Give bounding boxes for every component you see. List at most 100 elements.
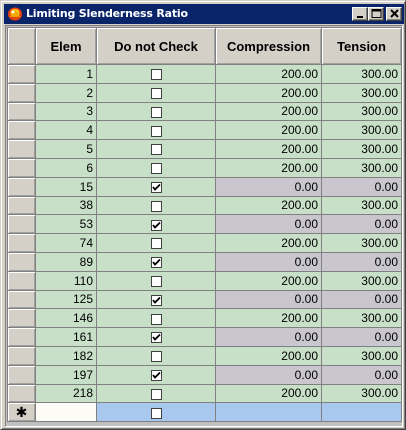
do-not-check-checkbox[interactable] <box>150 351 162 363</box>
tension-cell[interactable]: 0.00 <box>321 289 402 310</box>
do-not-check-checkbox[interactable] <box>150 313 162 325</box>
do-not-check-cell[interactable] <box>96 233 216 253</box>
table-row[interactable]: 110 200.00 300.00 <box>7 270 402 291</box>
do-not-check-checkbox[interactable] <box>150 332 162 344</box>
row-selector[interactable] <box>7 139 36 159</box>
tension-cell[interactable]: 300.00 <box>321 270 402 291</box>
row-selector[interactable] <box>7 176 36 197</box>
compression-cell[interactable]: 0.00 <box>215 364 322 385</box>
row-selector[interactable]: ✱ <box>7 402 36 423</box>
do-not-check-checkbox[interactable] <box>150 182 162 193</box>
row-selector[interactable] <box>7 251 36 272</box>
do-not-check-cell[interactable] <box>96 120 216 141</box>
elem-cell[interactable]: 1 <box>35 64 97 84</box>
table-row[interactable]: 197 0.00 0.00 <box>7 364 402 385</box>
table-row[interactable]: 2 200.00 300.00 <box>7 82 402 103</box>
compression-cell[interactable]: 200.00 <box>215 270 322 291</box>
elem-cell[interactable]: 5 <box>35 139 97 159</box>
column-header-elem[interactable]: Elem <box>35 27 97 65</box>
table-row[interactable]: 53 0.00 0.00 <box>7 214 402 235</box>
row-selector[interactable] <box>7 327 36 347</box>
table-row[interactable]: 5 200.00 300.00 <box>7 139 402 159</box>
tension-cell[interactable]: 300.00 <box>321 195 402 216</box>
table-row[interactable]: 1 200.00 300.00 <box>7 64 402 84</box>
close-button[interactable] <box>386 7 402 21</box>
elem-cell[interactable]: 38 <box>35 195 97 216</box>
elem-cell[interactable]: 182 <box>35 345 97 366</box>
do-not-check-cell[interactable] <box>96 251 216 272</box>
column-header-do-not-check[interactable]: Do not Check <box>96 27 216 65</box>
table-row[interactable]: 38 200.00 300.00 <box>7 195 402 216</box>
do-not-check-checkbox[interactable] <box>150 106 162 118</box>
do-not-check-cell[interactable] <box>96 270 216 291</box>
table-row[interactable]: 182 200.00 300.00 <box>7 345 402 366</box>
compression-cell[interactable]: 200.00 <box>215 345 322 366</box>
row-selector[interactable] <box>7 64 36 84</box>
compression-cell[interactable]: 200.00 <box>215 195 322 216</box>
do-not-check-checkbox[interactable] <box>150 388 162 400</box>
do-not-check-cell[interactable] <box>96 195 216 216</box>
tension-cell[interactable]: 0.00 <box>321 327 402 347</box>
row-selector[interactable] <box>7 345 36 366</box>
elem-cell[interactable]: 53 <box>35 214 97 235</box>
compression-cell[interactable]: 0.00 <box>215 176 322 197</box>
column-header-compression[interactable]: Compression <box>215 27 322 65</box>
tension-cell[interactable]: 0.00 <box>321 214 402 235</box>
row-selector[interactable] <box>7 157 36 178</box>
row-selector[interactable] <box>7 308 36 329</box>
column-header-tension[interactable]: Tension <box>321 27 402 65</box>
do-not-check-checkbox[interactable] <box>150 219 162 231</box>
do-not-check-checkbox[interactable] <box>150 294 162 306</box>
table-row[interactable]: 125 0.00 0.00 <box>7 289 402 310</box>
do-not-check-cell[interactable] <box>96 308 216 329</box>
do-not-check-cell[interactable] <box>96 345 216 366</box>
elem-cell[interactable]: 161 <box>35 327 97 347</box>
do-not-check-checkbox[interactable] <box>150 125 162 137</box>
do-not-check-checkbox[interactable] <box>150 69 162 81</box>
table-row[interactable]: 3 200.00 300.00 <box>7 101 402 122</box>
table-row[interactable]: 15 0.00 0.00 <box>7 176 402 197</box>
do-not-check-cell[interactable] <box>96 214 216 235</box>
row-selector[interactable] <box>7 270 36 291</box>
tension-cell[interactable]: 300.00 <box>321 157 402 178</box>
row-selector[interactable] <box>7 82 36 103</box>
tension-cell-new[interactable] <box>321 402 402 423</box>
do-not-check-checkbox[interactable] <box>150 144 162 156</box>
do-not-check-cell[interactable] <box>96 383 216 404</box>
table-row[interactable]: 6 200.00 300.00 <box>7 157 402 178</box>
elem-cell[interactable]: 146 <box>35 308 97 329</box>
do-not-check-checkbox[interactable] <box>150 88 162 100</box>
table-row[interactable]: 218 200.00 300.00 <box>7 383 402 404</box>
elem-cell[interactable]: 89 <box>35 251 97 272</box>
row-selector[interactable] <box>7 101 36 122</box>
row-selector[interactable] <box>7 214 36 235</box>
elem-cell[interactable]: 4 <box>35 120 97 141</box>
elem-cell[interactable]: 6 <box>35 157 97 178</box>
tension-cell[interactable]: 0.00 <box>321 251 402 272</box>
do-not-check-cell[interactable] <box>96 364 216 385</box>
row-selector[interactable] <box>7 383 36 404</box>
table-row[interactable]: 4 200.00 300.00 <box>7 120 402 141</box>
tension-cell[interactable]: 300.00 <box>321 82 402 103</box>
compression-cell[interactable]: 0.00 <box>215 214 322 235</box>
compression-cell[interactable]: 200.00 <box>215 308 322 329</box>
do-not-check-checkbox[interactable] <box>150 163 162 175</box>
table-row[interactable]: 161 0.00 0.00 <box>7 327 402 347</box>
new-record-row[interactable]: ✱ <box>7 402 402 423</box>
compression-cell[interactable]: 200.00 <box>215 157 322 178</box>
compression-cell[interactable]: 200.00 <box>215 82 322 103</box>
do-not-check-cell[interactable] <box>96 157 216 178</box>
do-not-check-cell[interactable] <box>96 176 216 197</box>
tension-cell[interactable]: 300.00 <box>321 345 402 366</box>
table-row[interactable]: 146 200.00 300.00 <box>7 308 402 329</box>
do-not-check-checkbox[interactable] <box>150 407 162 419</box>
tension-cell[interactable]: 0.00 <box>321 364 402 385</box>
elem-cell-new[interactable] <box>35 402 97 423</box>
row-selector[interactable] <box>7 195 36 216</box>
compression-cell[interactable]: 0.00 <box>215 327 322 347</box>
row-selector[interactable] <box>7 364 36 385</box>
do-not-check-cell[interactable] <box>96 101 216 122</box>
row-selector-header[interactable] <box>7 27 36 65</box>
elem-cell[interactable]: 197 <box>35 364 97 385</box>
tension-cell[interactable]: 300.00 <box>321 139 402 159</box>
